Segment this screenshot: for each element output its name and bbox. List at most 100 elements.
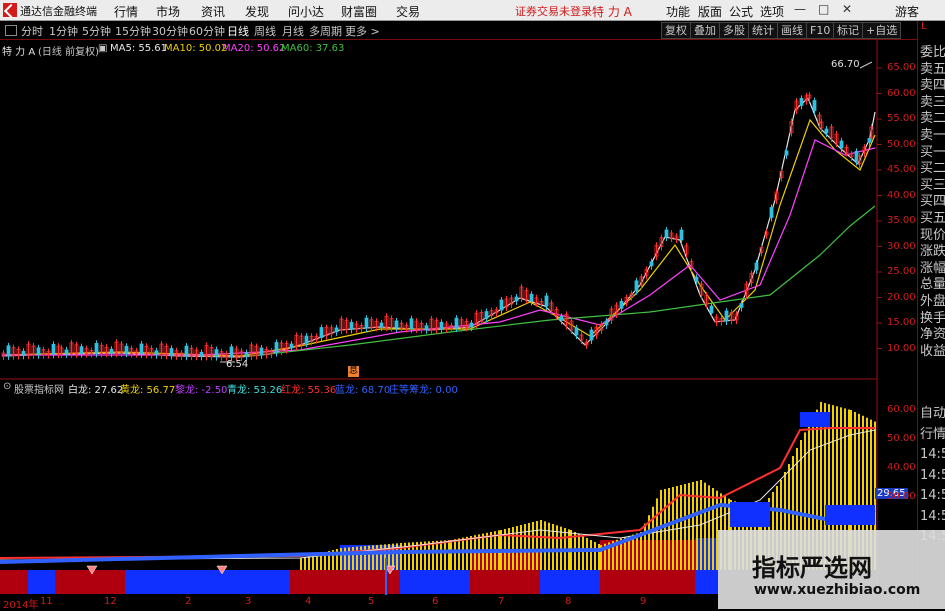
period-intraday[interactable]: 分时 (21, 23, 43, 39)
candle-body (184, 345, 189, 357)
indicator-purple-dragon: 黎龙: -2.50 (175, 385, 228, 396)
candle-body (229, 346, 234, 358)
menu-ask[interactable]: 问小达 (288, 3, 324, 20)
sidebar-item[interactable]: 14:5 (920, 509, 945, 525)
trade-status[interactable]: 证券交易未登录 (515, 3, 592, 19)
candle-body (94, 343, 99, 354)
indicator-settings-icon[interactable]: ⊙ (3, 381, 11, 392)
menu-wealth[interactable]: 财富圈 (341, 3, 377, 20)
price-tick: 50.00 (887, 138, 916, 150)
sidebar-item[interactable]: 买五 (920, 211, 945, 227)
period-15min[interactable]: 15分钟 (115, 23, 151, 39)
mark-button[interactable]: 标记 (833, 22, 863, 39)
sidebar-item[interactable]: 14:5 (920, 488, 945, 504)
close-icon[interactable]: ✕ (842, 2, 852, 16)
candle-body (484, 311, 489, 319)
sidebar-item[interactable]: 买四 (920, 194, 945, 210)
candle-body (649, 261, 654, 267)
yellow-bar (644, 523, 646, 570)
candle-body (379, 322, 384, 328)
yellow-bar (704, 482, 706, 570)
sidebar-item[interactable]: 自动 (920, 406, 945, 422)
candle-body (259, 347, 264, 356)
menu-news[interactable]: 资讯 (201, 3, 225, 20)
add-watchlist-button[interactable]: +自选 (862, 22, 902, 39)
app-logo-icon (3, 3, 17, 17)
sidebar-item[interactable]: 涨跌 (920, 244, 945, 260)
sidebar-item[interactable]: 总量 (920, 277, 945, 293)
menu-market[interactable]: 市场 (156, 3, 180, 20)
candle-body (64, 349, 69, 355)
minimize-icon[interactable]: — (794, 2, 806, 16)
price-tick: 60.00 (887, 87, 916, 99)
period-5min[interactable]: 5分钟 (82, 23, 111, 39)
candle-body (664, 229, 669, 238)
stats-button[interactable]: 统计 (748, 22, 778, 39)
menu-discover[interactable]: 发现 (245, 3, 269, 20)
yellow-bar (524, 524, 526, 570)
panel-toggle-icon[interactable] (5, 25, 17, 36)
sidebar-item[interactable]: 14:5 (920, 447, 945, 463)
draw-button[interactable]: 画线 (777, 22, 807, 39)
indicator-tick: 60.00 (887, 404, 916, 415)
candle-body (21, 350, 26, 356)
yellow-bar (428, 541, 430, 570)
period-weekly[interactable]: 周线 (254, 23, 276, 39)
time-tick: 6 (432, 596, 439, 607)
maximize-icon[interactable]: □ (818, 2, 829, 16)
price-tick: 40.00 (887, 189, 916, 201)
quote-sidebar: L 委比 卖五 卖四 卖三 卖二 卖一 买一 买二 买三 买四 买五 现价 涨跌 涨幅 总量 外盘 换手 净资 收益… (917, 21, 945, 609)
period-more[interactable]: 更多 > (345, 23, 380, 39)
period-30min[interactable]: 30分钟 (152, 23, 188, 39)
sidebar-item[interactable]: 买二 (920, 161, 945, 177)
sidebar-item[interactable]: 卖四 (920, 78, 945, 94)
sidebar-item[interactable]: 换手 (920, 311, 945, 327)
yellow-bar (360, 546, 362, 570)
sidebar-item[interactable]: 卖二 (920, 111, 945, 127)
menu-quotes[interactable]: 行情 (114, 3, 138, 20)
candle-body (169, 348, 174, 356)
sidebar-item[interactable]: 委比 (920, 45, 945, 61)
kline-chart[interactable]: 特 力 A (日线 前复权) ▣ MA5: 55.61 MA10: 50.02 … (0, 40, 917, 380)
sidebar-item[interactable]: 卖三 (920, 95, 945, 111)
sidebar-item[interactable]: 买三 (920, 178, 945, 194)
yellow-bar (532, 522, 534, 570)
menu-function[interactable]: 功能 (666, 3, 690, 20)
price-tick: 35.00 (887, 215, 916, 226)
ma60-value: MA60: 37.63 (281, 43, 345, 54)
f10-button[interactable]: F10 (806, 22, 835, 39)
period-monthly[interactable]: 月线 (282, 23, 304, 39)
sidebar-item[interactable]: 行情 (920, 427, 945, 443)
period-daily[interactable]: 日线 (227, 23, 249, 39)
menu-options[interactable]: 选项 (760, 3, 784, 20)
sidebar-item[interactable]: 买一 (920, 145, 945, 161)
sidebar-item[interactable]: 涨幅 (920, 261, 945, 277)
sidebar-item[interactable]: 外盘 (920, 294, 945, 310)
sidebar-item[interactable]: 净资 (920, 327, 945, 343)
indicator-title: 股票指标网 (14, 385, 64, 396)
sidebar-item[interactable]: 卖五 (920, 62, 945, 78)
overlay-button[interactable]: 叠加 (690, 22, 720, 39)
sidebar-item[interactable]: 收益 (920, 344, 945, 360)
period-60min[interactable]: 60分钟 (189, 23, 225, 39)
period-multi[interactable]: 多周期 (309, 23, 342, 39)
ma20-line (2, 139, 876, 356)
yellow-bar (450, 540, 452, 570)
candle-body (274, 342, 279, 353)
menu-layout[interactable]: 版面 (698, 3, 722, 20)
event-marker-icon[interactable]: 息 (348, 366, 359, 377)
candle-body (799, 97, 804, 106)
menu-trade[interactable]: 交易 (396, 3, 420, 20)
sidebar-item[interactable]: 14:5 (920, 468, 945, 484)
sidebar-item[interactable]: 卖一 (920, 128, 945, 144)
guest-label[interactable]: 游客 (895, 3, 919, 20)
period-1min[interactable]: 1分钟 (49, 23, 78, 39)
yellow-bar (586, 538, 588, 570)
sidebar-item[interactable]: 现价 (920, 228, 945, 244)
adjust-button[interactable]: 复权 (661, 22, 691, 39)
yellow-bar (664, 489, 666, 570)
multi-stock-button[interactable]: 多股 (719, 22, 749, 39)
ma-toggle-icon[interactable]: ▣ (98, 43, 107, 54)
menu-formula[interactable]: 公式 (729, 3, 753, 20)
candle-body (854, 150, 859, 162)
